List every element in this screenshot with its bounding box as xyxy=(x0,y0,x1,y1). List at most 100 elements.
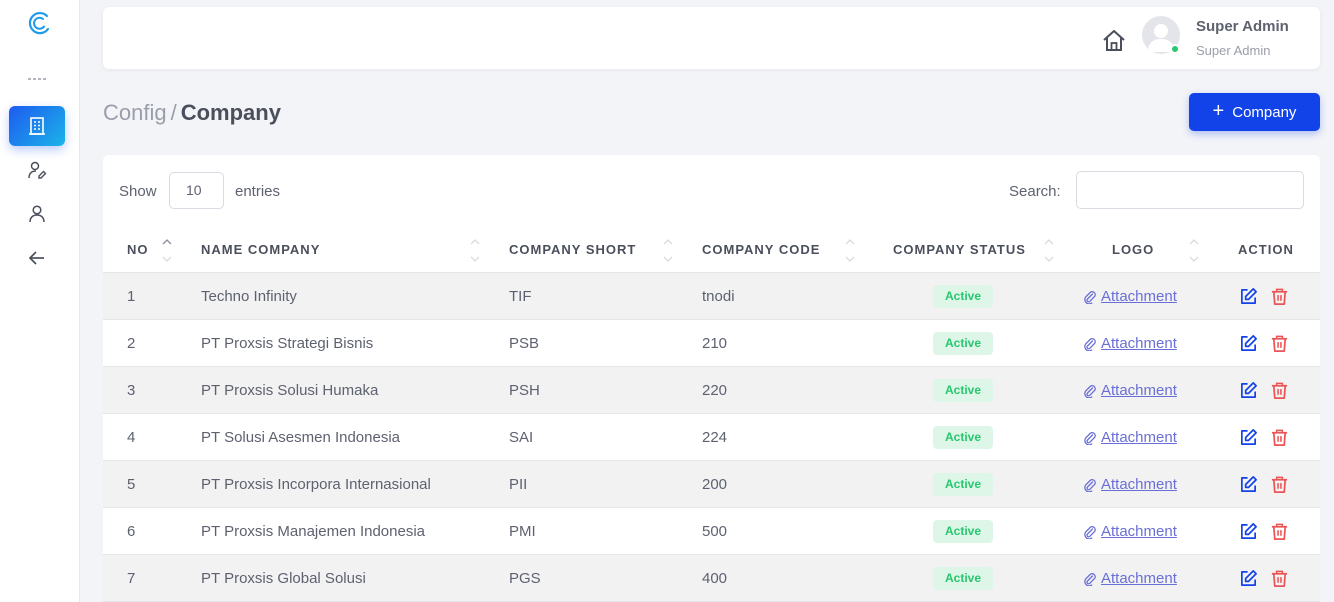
cell-name: PT Proxsis Strategi Bisnis xyxy=(201,335,374,352)
logo-attachment[interactable]: Attachment xyxy=(1083,382,1177,399)
column-header-no[interactable]: NO xyxy=(127,242,149,257)
sort-icon[interactable] xyxy=(1188,235,1200,265)
trash-icon[interactable] xyxy=(1270,287,1289,306)
status-badge: Active xyxy=(933,520,993,543)
user-name[interactable]: Super Admin xyxy=(1196,18,1289,35)
attachment-link[interactable]: Attachment xyxy=(1101,523,1177,540)
sort-icon[interactable] xyxy=(469,235,481,265)
trash-icon[interactable] xyxy=(1270,381,1289,400)
page-title: Company xyxy=(180,100,281,125)
cell-code: 400 xyxy=(702,570,728,587)
sort-icon[interactable] xyxy=(161,235,173,265)
attachment-link[interactable]: Attachment xyxy=(1101,288,1177,305)
user-edit-icon xyxy=(28,161,47,179)
status-badge: Active xyxy=(933,426,993,449)
column-header-name[interactable]: NAME COMPANY xyxy=(201,242,320,257)
entries-select[interactable]: 10 xyxy=(169,172,224,209)
attachment-link[interactable]: Attachment xyxy=(1101,570,1177,587)
status-badge: Active xyxy=(933,332,993,355)
column-header-code[interactable]: COMPANY CODE xyxy=(702,242,820,257)
trash-icon[interactable] xyxy=(1270,522,1289,541)
table-row: 5 PT Proxsis Incorpora Internasional PII… xyxy=(103,461,1320,508)
breadcrumb-parent[interactable]: Config xyxy=(103,100,167,125)
cell-short: TIF xyxy=(509,288,532,305)
edit-icon[interactable] xyxy=(1239,381,1258,400)
cell-short: SAI xyxy=(509,429,534,446)
sort-icon[interactable] xyxy=(844,235,856,265)
add-company-label: Company xyxy=(1232,103,1297,121)
cell-name: PT Proxsis Solusi Humaka xyxy=(201,382,379,399)
edit-icon[interactable] xyxy=(1239,569,1258,588)
cell-no: 7 xyxy=(127,570,136,587)
user-icon xyxy=(29,205,45,223)
attachment-link[interactable]: Attachment xyxy=(1101,382,1177,399)
logo-attachment[interactable]: Attachment xyxy=(1083,570,1177,587)
logo-attachment[interactable]: Attachment xyxy=(1083,476,1177,493)
paperclip-icon xyxy=(1084,478,1096,492)
online-status-dot xyxy=(1170,44,1180,54)
table-row: 3 PT Proxsis Solusi Humaka PSH 220 Activ… xyxy=(103,367,1320,414)
logo-attachment[interactable]: Attachment xyxy=(1083,429,1177,446)
edit-icon[interactable] xyxy=(1239,428,1258,447)
cell-no: 3 xyxy=(127,382,136,399)
trash-icon[interactable] xyxy=(1270,428,1289,447)
app-logo-icon[interactable] xyxy=(26,10,52,36)
cell-code: 220 xyxy=(702,382,728,399)
cell-name: PT Solusi Asesmen Indonesia xyxy=(201,429,401,446)
paperclip-icon xyxy=(1084,337,1096,351)
building-icon xyxy=(29,117,45,135)
edit-icon[interactable] xyxy=(1239,522,1258,541)
sidebar-item-user-settings[interactable] xyxy=(9,150,65,190)
search-label: Search: xyxy=(1009,183,1061,200)
cell-name: PT Proxsis Manajemen Indonesia xyxy=(201,523,426,540)
column-header-logo[interactable]: LOGO xyxy=(1112,242,1154,257)
top-bar: Super Admin Super Admin xyxy=(103,7,1320,69)
cell-no: 6 xyxy=(127,523,136,540)
cell-short: PMI xyxy=(509,523,536,540)
attachment-link[interactable]: Attachment xyxy=(1101,429,1177,446)
cell-no: 1 xyxy=(127,288,136,305)
cell-code: 200 xyxy=(702,476,728,493)
cell-code: tnodi xyxy=(702,288,735,305)
logo-attachment[interactable]: Attachment xyxy=(1083,335,1177,352)
cell-code: 224 xyxy=(702,429,728,446)
cell-code: 500 xyxy=(702,523,728,540)
status-badge: Active xyxy=(933,379,993,402)
trash-icon[interactable] xyxy=(1270,569,1289,588)
cell-short: PSH xyxy=(509,382,540,399)
breadcrumb: Config / Company xyxy=(103,100,281,126)
sidebar-item-company[interactable] xyxy=(9,106,65,146)
table-row: 2 PT Proxsis Strategi Bisnis PSB 210 Act… xyxy=(103,320,1320,367)
sort-icon[interactable] xyxy=(662,235,674,265)
cell-name: Techno Infinity xyxy=(201,288,297,305)
cell-name: PT Proxsis Global Solusi xyxy=(201,570,366,587)
cell-short: PII xyxy=(509,476,528,493)
trash-icon[interactable] xyxy=(1270,475,1289,494)
edit-icon[interactable] xyxy=(1239,475,1258,494)
status-badge: Active xyxy=(933,285,993,308)
cell-short: PGS xyxy=(509,570,541,587)
trash-icon[interactable] xyxy=(1270,334,1289,353)
edit-icon[interactable] xyxy=(1239,334,1258,353)
column-header-status[interactable]: COMPANY STATUS xyxy=(893,242,1026,257)
column-header-action: ACTION xyxy=(1238,242,1294,257)
attachment-link[interactable]: Attachment xyxy=(1101,335,1177,352)
company-table-card: Show 10 entries Search: NO NAME COMPANY … xyxy=(103,155,1320,602)
sidebar-item-back[interactable] xyxy=(9,238,65,278)
home-icon[interactable] xyxy=(1101,28,1127,54)
table-header: NO NAME COMPANY COMPANY SHORT COMPANY CO… xyxy=(103,229,1320,273)
sidebar-toggle-icon[interactable] xyxy=(28,78,48,80)
sort-icon[interactable] xyxy=(1043,235,1055,265)
logo-attachment[interactable]: Attachment xyxy=(1083,523,1177,540)
attachment-link[interactable]: Attachment xyxy=(1101,476,1177,493)
search-input[interactable] xyxy=(1076,171,1304,209)
logo-attachment[interactable]: Attachment xyxy=(1083,288,1177,305)
add-company-button[interactable]: + Company xyxy=(1189,93,1320,131)
sidebar-item-user[interactable] xyxy=(9,194,65,234)
cell-no: 4 xyxy=(127,429,136,446)
edit-icon[interactable] xyxy=(1239,287,1258,306)
column-header-short[interactable]: COMPANY SHORT xyxy=(509,242,636,257)
show-label: Show xyxy=(119,183,157,200)
status-badge: Active xyxy=(933,473,993,496)
paperclip-icon xyxy=(1084,290,1096,304)
